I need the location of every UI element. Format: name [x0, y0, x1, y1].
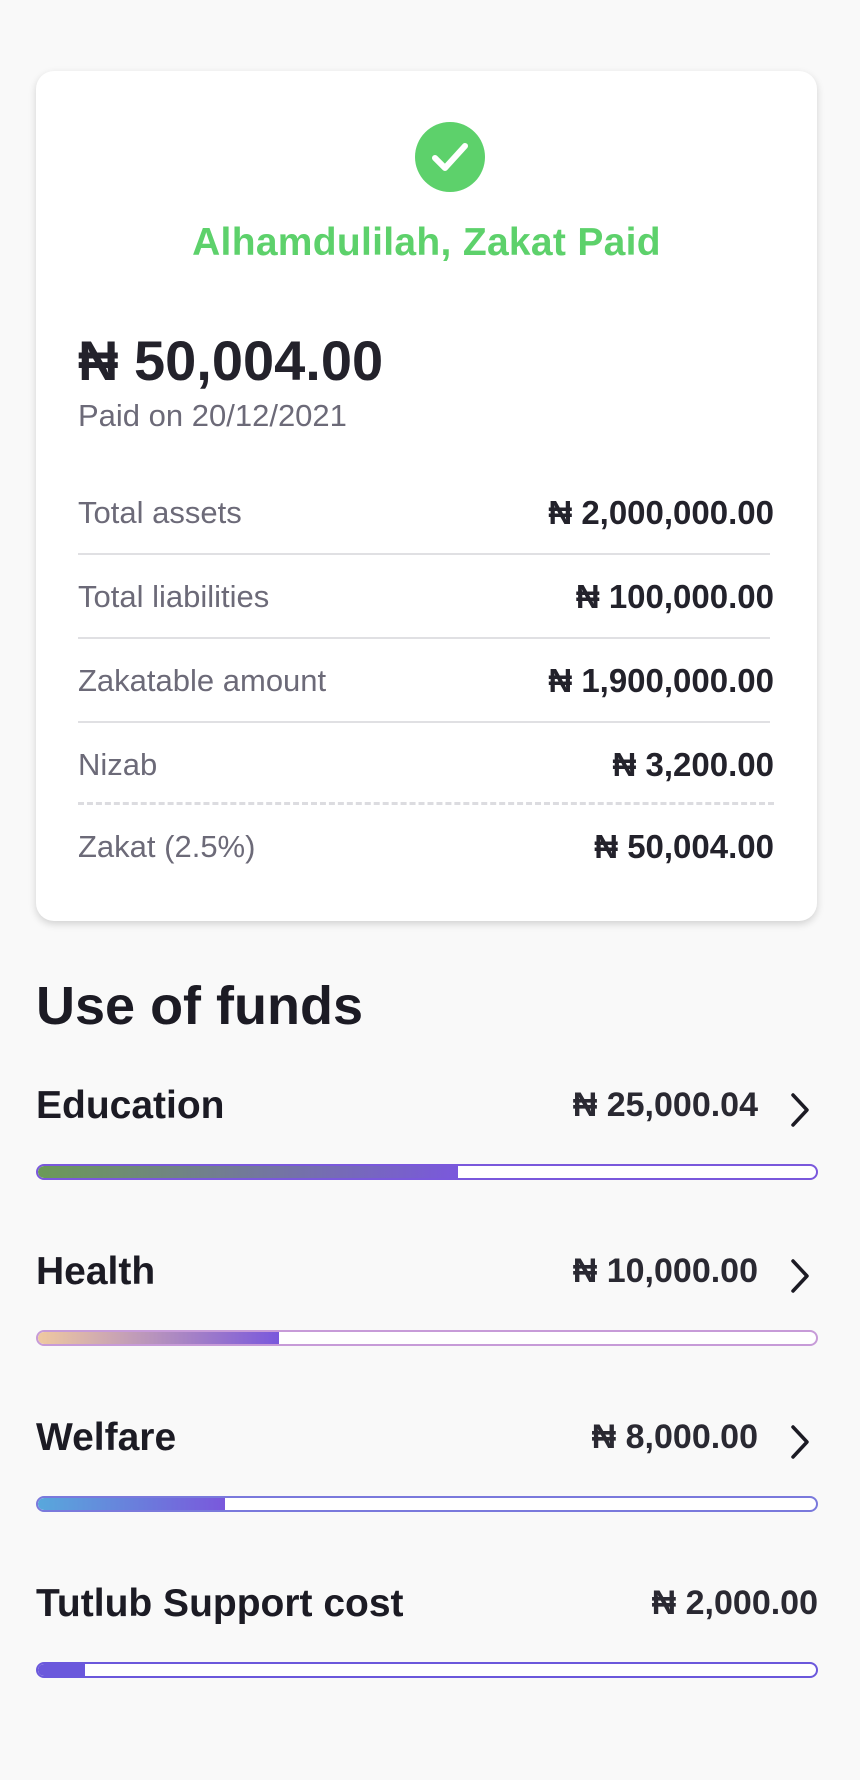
fund-progress-fill	[38, 1166, 459, 1178]
fund-progress-bar	[36, 1662, 818, 1678]
fund-amount: ₦ 10,000.00	[572, 1252, 758, 1290]
breakdown-label: Nizab	[78, 747, 158, 782]
fund-label: Welfare	[36, 1416, 177, 1459]
fund-progress-fill	[38, 1664, 85, 1676]
fund-progress-bar	[36, 1330, 818, 1346]
breakdown-label: Total liabilities	[78, 579, 270, 614]
zakat-total-amount: ₦ 50,004.00	[78, 329, 384, 392]
fund-item-education[interactable]: Education ₦ 25,000.04	[36, 1080, 818, 1180]
breakdown-row-total-liabilities: Total liabilities ₦ 100,000.00	[78, 555, 774, 639]
breakdown-value: ₦ 1,900,000.00	[548, 662, 774, 699]
breakdown-label: Zakat (2.5%)	[78, 829, 256, 864]
fund-amount: ₦ 25,000.04	[572, 1086, 758, 1124]
chevron-right-icon[interactable]	[786, 1422, 814, 1462]
breakdown-row-nizab: Nizab ₦ 3,200.00	[78, 723, 774, 807]
breakdown-value: ₦ 100,000.00	[575, 578, 774, 615]
chevron-right-icon[interactable]	[786, 1256, 814, 1296]
breakdown-row-total-assets: Total assets ₦ 2,000,000.00	[78, 471, 774, 555]
breakdown-row-zakatable-amount: Zakatable amount ₦ 1,900,000.00	[78, 639, 774, 723]
fund-progress-fill	[38, 1332, 280, 1344]
fund-label: Education	[36, 1084, 225, 1127]
breakdown-value: ₦ 50,004.00	[594, 828, 774, 865]
fund-item-support-cost: Tutlub Support cost ₦ 2,000.00	[36, 1578, 818, 1678]
zakat-receipt-card: Alhamdulilah, Zakat Paid ₦ 50,004.00 Pai…	[36, 71, 817, 921]
breakdown-label: Total assets	[78, 495, 242, 530]
fund-label: Health	[36, 1250, 156, 1293]
fund-progress-fill	[38, 1498, 225, 1510]
breakdown-row-zakat: Zakat (2.5%) ₦ 50,004.00	[78, 805, 774, 889]
breakdown-value: ₦ 3,200.00	[612, 746, 774, 783]
fund-item-welfare[interactable]: Welfare ₦ 8,000.00	[36, 1412, 818, 1512]
chevron-right-icon[interactable]	[786, 1090, 814, 1130]
check-circle-icon	[415, 122, 485, 192]
payment-status: Alhamdulilah, Zakat Paid	[192, 221, 661, 264]
fund-item-health[interactable]: Health ₦ 10,000.00	[36, 1246, 818, 1346]
paid-on-date: Paid on 20/12/2021	[78, 398, 347, 433]
fund-progress-bar	[36, 1164, 818, 1180]
section-title: Use of funds	[36, 976, 364, 1036]
breakdown-label: Zakatable amount	[78, 663, 327, 698]
breakdown-value: ₦ 2,000,000.00	[548, 494, 774, 531]
fund-progress-bar	[36, 1496, 818, 1512]
fund-amount: ₦ 2,000.00	[651, 1584, 818, 1622]
fund-amount: ₦ 8,000.00	[591, 1418, 758, 1456]
fund-label: Tutlub Support cost	[36, 1582, 404, 1625]
